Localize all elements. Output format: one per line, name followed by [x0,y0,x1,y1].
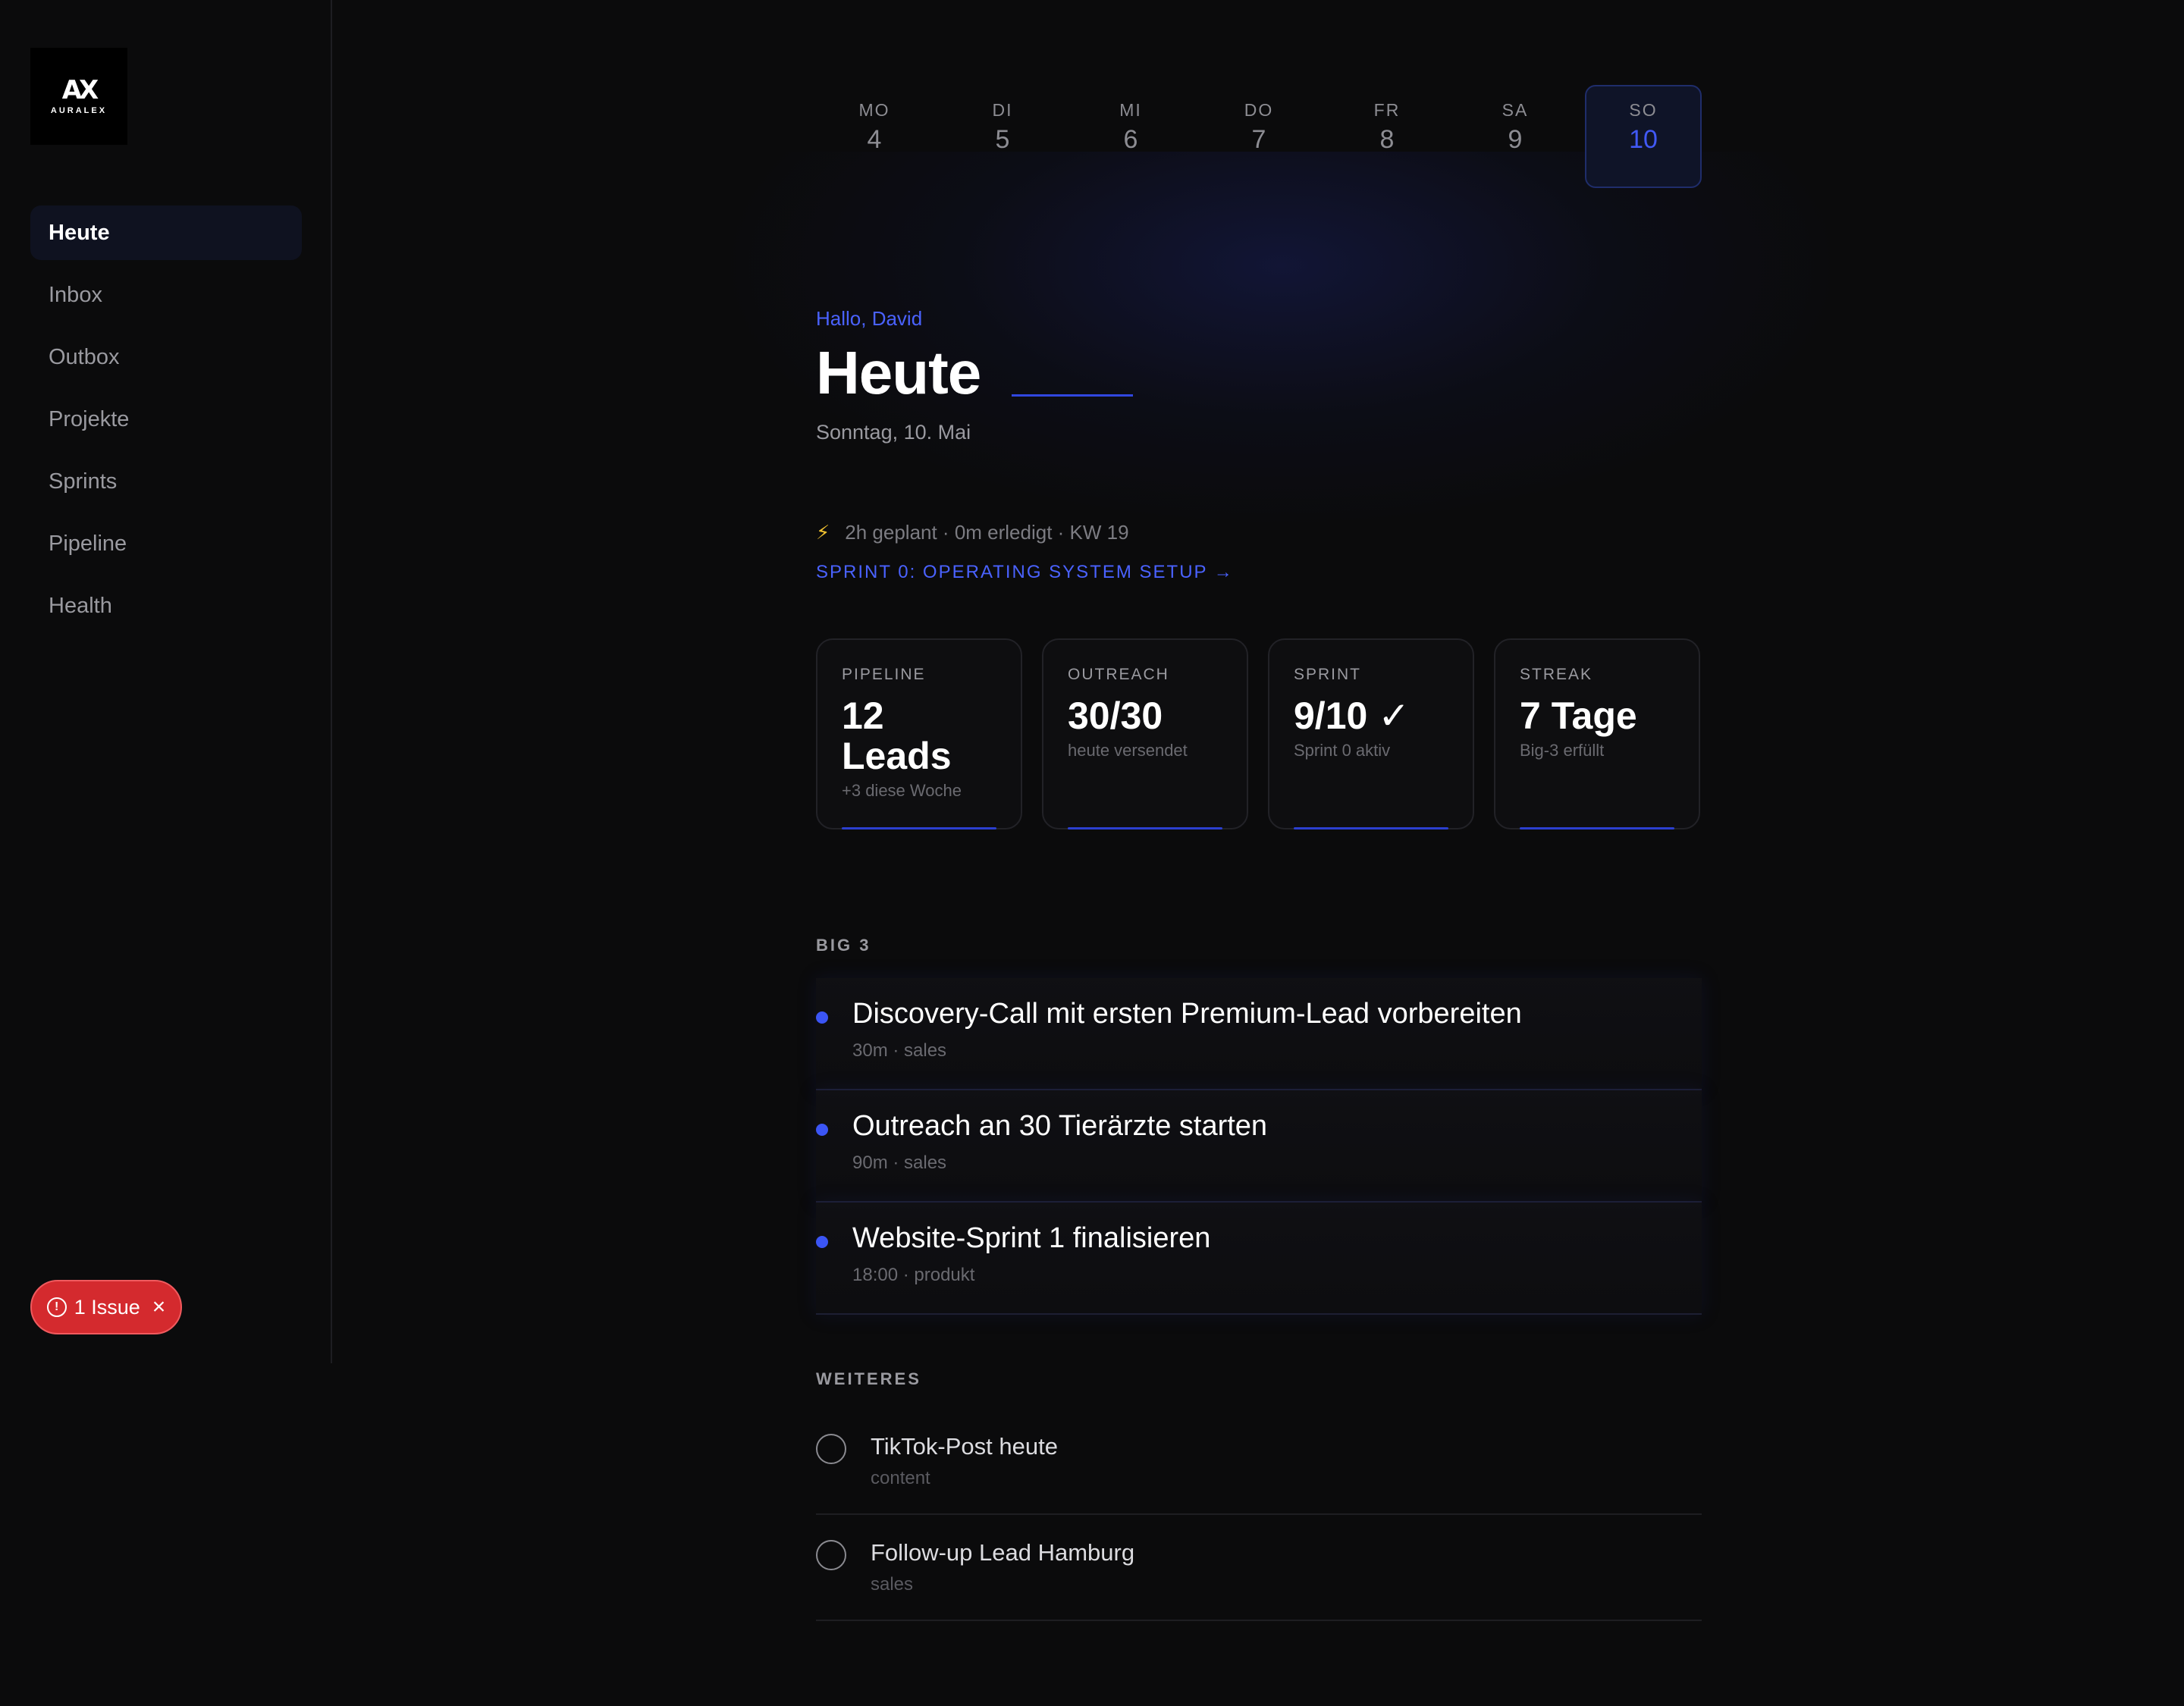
card-sub: Sprint 0 aktiv [1294,741,1391,760]
bolt-icon: ⚡ [816,521,830,544]
card-value: 12 Leads [842,695,952,777]
card-sub: heute versendet [1068,741,1188,760]
day-so[interactable]: SO 10 [1585,85,1702,188]
card-label: STREAK [1520,666,1593,683]
current-date: Sonntag, 10. Mai [816,421,971,444]
day-mi[interactable]: MI 6 [1072,85,1189,188]
day-number: 7 [1251,125,1266,154]
priority-dot-icon [816,1011,828,1024]
week-strip: MO 4 DI 5 MI 6 DO 7 FR 8 SA 9 SO 10 [816,85,1702,188]
task-checkbox[interactable] [816,1434,846,1464]
sidebar-item-label: Inbox [49,282,102,307]
stat-card-outreach[interactable]: OUTREACH 30/30 heute versendet [1042,638,1248,829]
sidebar-item-sprints[interactable]: Sprints [30,454,302,509]
logo-mark: AX [61,75,99,105]
day-di[interactable]: DI 5 [944,85,1061,188]
big3-item[interactable]: Discovery-Call mit ersten Premium-Lead v… [816,978,1702,1090]
big3-list: Discovery-Call mit ersten Premium-Lead v… [816,978,1702,1315]
day-name: FR [1373,100,1401,120]
sidebar-item-label: Outbox [49,344,120,369]
day-name: MO [858,100,890,120]
day-fr[interactable]: FR 8 [1329,85,1445,188]
day-name: DI [992,100,1013,120]
task-title: Website-Sprint 1 finalisieren [852,1222,1211,1254]
card-sub: +3 diese Woche [842,781,962,800]
day-mo[interactable]: MO 4 [816,85,933,188]
stat-card-sprint[interactable]: SPRINT 9/10 ✓ Sprint 0 aktiv [1268,638,1474,829]
weiteres-heading: WEITERES [816,1369,921,1388]
priority-dot-icon [816,1236,828,1248]
card-value: 9/10 ✓ [1294,695,1410,737]
task-checkbox[interactable] [816,1540,846,1570]
big3-heading: BIG 3 [816,936,871,955]
sidebar-item-pipeline[interactable]: Pipeline [30,516,302,571]
card-label: OUTREACH [1068,666,1169,683]
weiteres-list: TikTok-Post heute content Follow-up Lead… [816,1409,1702,1621]
day-number: 6 [1123,125,1138,154]
day-name: SO [1629,100,1658,120]
day-number: 9 [1508,125,1523,154]
day-number: 10 [1629,125,1658,154]
sidebar-item-inbox[interactable]: Inbox [30,268,302,322]
day-summary: ⚡ 2h geplant · 0m erledigt · KW 19 [816,521,1129,544]
big3-item[interactable]: Outreach an 30 Tierärzte starten 90m · s… [816,1090,1702,1203]
sidebar-item-label: Health [49,593,112,618]
sidebar-item-outbox[interactable]: Outbox [30,330,302,384]
card-value: 7 Tage [1520,695,1637,737]
sidebar-item-health[interactable]: Health [30,579,302,633]
page-title: Heute [816,339,981,406]
task-item[interactable]: Follow-up Lead Hamburg sales [816,1515,1702,1621]
stat-card-pipeline[interactable]: PIPELINE 12 Leads +3 diese Woche [816,638,1022,829]
day-number: 4 [867,125,882,154]
day-number: 5 [995,125,1010,154]
card-value: 30/30 [1068,695,1163,737]
task-title: TikTok-Post heute [871,1433,1058,1460]
task-meta: 90m · sales [852,1152,947,1173]
close-icon[interactable]: × [152,1296,166,1319]
day-summary-text: 2h geplant · 0m erledigt · KW 19 [845,521,1129,544]
card-label: SPRINT [1294,666,1362,683]
sidebar-item-projekte[interactable]: Projekte [30,392,302,447]
alert-circle-icon: ! [46,1297,67,1317]
day-name: SA [1502,100,1529,120]
priority-dot-icon [816,1124,828,1136]
day-number: 8 [1379,125,1395,154]
title-underline [1012,394,1133,397]
sidebar-item-label: Projekte [49,406,130,431]
card-accent-bar [1294,827,1448,829]
sidebar: AX AURALEX Heute Inbox Outbox Projekte S… [0,0,332,1363]
issue-badge[interactable]: ! 1 Issue × [30,1280,182,1334]
sidebar-item-label: Sprints [49,469,118,494]
task-item[interactable]: TikTok-Post heute content [816,1409,1702,1515]
greeting: Hallo, David [816,307,923,330]
sidebar-item-heute[interactable]: Heute [30,205,302,260]
task-meta: 18:00 · produkt [852,1265,975,1285]
card-label: PIPELINE [842,666,926,683]
stat-card-streak[interactable]: STREAK 7 Tage Big-3 erfüllt [1494,638,1700,829]
task-title: Discovery-Call mit ersten Premium-Lead v… [852,998,1522,1030]
day-name: MI [1119,100,1142,120]
card-accent-bar [842,827,996,829]
logo-text: AURALEX [50,106,108,115]
day-name: DO [1244,100,1274,120]
day-do[interactable]: DO 7 [1200,85,1317,188]
stats-cards: PIPELINE 12 Leads +3 diese Woche OUTREAC… [816,638,1702,829]
auralex-logo[interactable]: AX AURALEX [30,48,127,145]
card-accent-bar [1520,827,1674,829]
task-meta: 30m · sales [852,1040,947,1061]
issue-badge-label: 1 Issue [74,1295,140,1319]
card-sub: Big-3 erfüllt [1520,741,1605,760]
sprint-link[interactable]: SPRINT 0: OPERATING SYSTEM SETUP → [816,562,1234,583]
sidebar-nav: Heute Inbox Outbox Projekte Sprints Pipe… [30,205,302,641]
big3-item[interactable]: Website-Sprint 1 finalisieren 18:00 · pr… [816,1203,1702,1315]
task-meta: sales [871,1574,914,1595]
task-title: Outreach an 30 Tierärzte starten [852,1110,1268,1142]
day-sa[interactable]: SA 9 [1457,85,1574,188]
card-accent-bar [1068,827,1222,829]
task-meta: content [871,1468,930,1488]
task-title: Follow-up Lead Hamburg [871,1539,1135,1566]
sidebar-item-label: Pipeline [49,531,127,556]
sidebar-item-label: Heute [49,220,110,245]
